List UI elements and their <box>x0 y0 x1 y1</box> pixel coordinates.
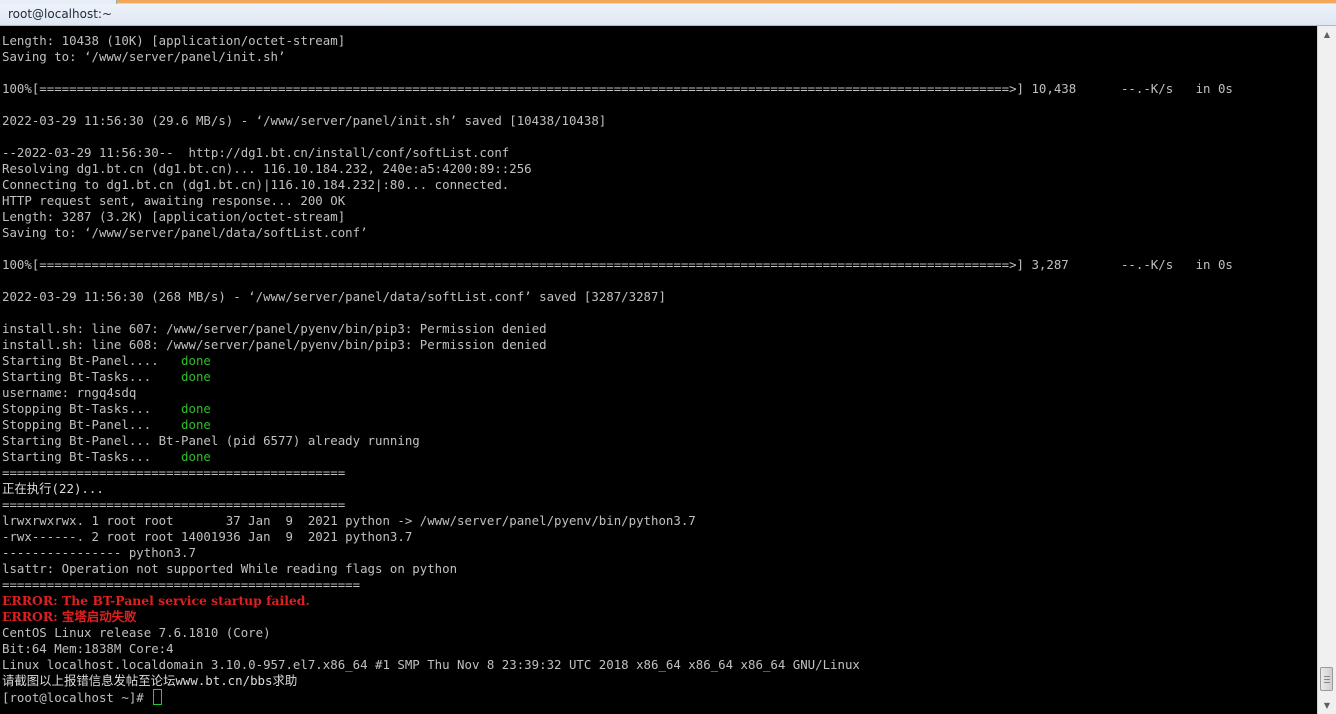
line-text: ========================================… <box>2 577 361 592</box>
line-text: Stopping Bt-Tasks... <box>2 401 182 416</box>
line-text: lsattr: Operation not supported While re… <box>2 561 458 576</box>
line-text: ========================================… <box>2 465 346 480</box>
status-done: done <box>181 449 211 464</box>
line-text: -rwx------. 2 root root 14001936 Jan 9 2… <box>2 529 413 544</box>
line-text: Starting Bt-Panel... Bt-Panel (pid 6577)… <box>2 433 420 448</box>
terminal-line: -rwx------. 2 root root 14001936 Jan 9 2… <box>2 529 1233 545</box>
terminal-line: 100%[===================================… <box>2 81 1233 97</box>
terminal-line: lrwxrwxrwx. 1 root root 37 Jan 9 2021 py… <box>2 513 1233 529</box>
status-done: done <box>181 417 211 432</box>
line-text: Starting Bt-Panel.... <box>2 353 182 368</box>
status-done: done <box>181 353 211 368</box>
line-text: lrwxrwxrwx. 1 root root 37 Jan 9 2021 py… <box>2 513 696 528</box>
scroll-thumb[interactable] <box>1320 667 1333 691</box>
line-text: 100%[===================================… <box>2 257 1233 272</box>
line-text: CentOS Linux release 7.6.1810 (Core) <box>2 625 271 640</box>
prompt-line[interactable]: [root@localhost ~]# <box>2 689 1233 705</box>
window-title: root@localhost:~ <box>8 7 113 21</box>
terminal-line: ---------------- python3.7 <box>2 545 1233 561</box>
grip-line <box>1324 682 1330 683</box>
terminal-line: CentOS Linux release 7.6.1810 (Core) <box>2 625 1233 641</box>
terminal-window: root@localhost:~ Length: 10438 (10K) [ap… <box>0 0 1336 714</box>
line-text: username: rngq4sdq <box>2 385 137 400</box>
line-text: 正在执行(22)... <box>2 481 104 496</box>
terminal-line: 100%[===================================… <box>2 257 1233 273</box>
scroll-down-icon[interactable]: ▼ <box>1319 697 1335 714</box>
shell-prompt: [root@localhost ~]# <box>2 690 152 705</box>
grip-line <box>1324 676 1330 677</box>
terminal-line: Stopping Bt-Tasks... done <box>2 401 1233 417</box>
terminal-line: Starting Bt-Tasks... done <box>2 369 1233 385</box>
scroll-up-icon[interactable]: ▲ <box>1319 26 1335 43</box>
line-text: ---------------- python3.7 <box>2 545 196 560</box>
terminal-line: ========================================… <box>2 577 1233 593</box>
line-text: Connecting to dg1.bt.cn (dg1.bt.cn)|116.… <box>2 177 510 192</box>
line-text: install.sh: line 608: /www/server/panel/… <box>2 337 547 352</box>
line-text: Linux localhost.localdomain 3.10.0-957.e… <box>2 657 860 672</box>
status-done: done <box>181 369 211 384</box>
terminal-line: install.sh: line 607: /www/server/panel/… <box>2 321 1233 337</box>
terminal-area[interactable]: Length: 10438 (10K) [application/octet-s… <box>0 26 1317 714</box>
terminal-line: 2022-03-29 11:56:30 (268 MB/s) - ‘/www/s… <box>2 289 1233 305</box>
line-text: Starting Bt-Tasks... <box>2 369 182 384</box>
line-text: Length: 10438 (10K) [application/octet-s… <box>2 33 346 48</box>
grip-line <box>1324 679 1330 680</box>
terminal-line: 正在执行(22)... <box>2 481 1233 497</box>
line-text: install.sh: line 607: /www/server/panel/… <box>2 321 547 336</box>
terminal-line: Saving to: ‘/www/server/panel/init.sh’ <box>2 49 1233 65</box>
terminal-line: 请截图以上报错信息发帖至论坛www.bt.cn/bbs求助 <box>2 673 1233 689</box>
terminal-line: HTTP request sent, awaiting response... … <box>2 193 1233 209</box>
terminal-line: Length: 10438 (10K) [application/octet-s… <box>2 33 1233 49</box>
line-text: 100%[===================================… <box>2 81 1233 96</box>
terminal-line: Length: 3287 (3.2K) [application/octet-s… <box>2 209 1233 225</box>
terminal-line: ERROR: The BT-Panel service startup fail… <box>2 593 1233 609</box>
line-text: Saving to: ‘/www/server/panel/data/softL… <box>2 225 368 240</box>
line-text: Saving to: ‘/www/server/panel/init.sh’ <box>2 49 286 64</box>
terminal-line: username: rngq4sdq <box>2 385 1233 401</box>
terminal-line: --2022-03-29 11:56:30-- http://dg1.bt.cn… <box>2 145 1233 161</box>
terminal-line: Connecting to dg1.bt.cn (dg1.bt.cn)|116.… <box>2 177 1233 193</box>
terminal-line: install.sh: line 608: /www/server/panel/… <box>2 337 1233 353</box>
terminal-line: Bit:64 Mem:1838M Core:4 <box>2 641 1233 657</box>
line-text: Stopping Bt-Panel... <box>2 417 182 432</box>
terminal-line: lsattr: Operation not supported While re… <box>2 561 1233 577</box>
line-text: Length: 3287 (3.2K) [application/octet-s… <box>2 209 346 224</box>
line-text: ========================================… <box>2 497 346 512</box>
terminal-line: Starting Bt-Panel.... done <box>2 353 1233 369</box>
terminal-line: ERROR: 宝塔启动失败 <box>2 609 1233 625</box>
terminal-line: Starting Bt-Panel... Bt-Panel (pid 6577)… <box>2 433 1233 449</box>
title-bar: root@localhost:~ <box>0 4 1336 26</box>
terminal-line: Resolving dg1.bt.cn (dg1.bt.cn)... 116.1… <box>2 161 1233 177</box>
error-text: ERROR: The BT-Panel service startup fail… <box>2 593 310 608</box>
terminal-line: 2022-03-29 11:56:30 (29.6 MB/s) - ‘/www/… <box>2 113 1233 129</box>
terminal-line: ========================================… <box>2 465 1233 481</box>
line-text: 2022-03-29 11:56:30 (268 MB/s) - ‘/www/s… <box>2 289 666 304</box>
line-text: Bit:64 Mem:1838M Core:4 <box>2 641 174 656</box>
terminal-output: Length: 10438 (10K) [application/octet-s… <box>2 33 1233 705</box>
line-text: Starting Bt-Tasks... <box>2 449 182 464</box>
accent-bar <box>0 0 1336 3</box>
text-cursor <box>153 689 163 705</box>
line-text: HTTP request sent, awaiting response... … <box>2 193 346 208</box>
terminal-line: Stopping Bt-Panel... done <box>2 417 1233 433</box>
terminal-line: Linux localhost.localdomain 3.10.0-957.e… <box>2 657 1233 673</box>
terminal-line: Saving to: ‘/www/server/panel/data/softL… <box>2 225 1233 241</box>
line-text: 2022-03-29 11:56:30 (29.6 MB/s) - ‘/www/… <box>2 113 607 128</box>
vertical-scrollbar[interactable]: ▲ ▼ <box>1317 26 1336 714</box>
terminal-line: ========================================… <box>2 497 1233 513</box>
status-done: done <box>181 401 211 416</box>
line-text: 请截图以上报错信息发帖至论坛www.bt.cn/bbs求助 <box>2 673 298 688</box>
error-text: ERROR: 宝塔启动失败 <box>2 609 137 624</box>
line-text: --2022-03-29 11:56:30-- http://dg1.bt.cn… <box>2 145 510 160</box>
terminal-line: Starting Bt-Tasks... done <box>2 449 1233 465</box>
line-text: Resolving dg1.bt.cn (dg1.bt.cn)... 116.1… <box>2 161 532 176</box>
